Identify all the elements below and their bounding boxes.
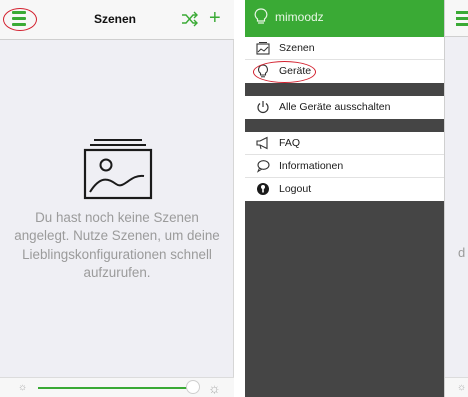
shuffle-icon[interactable] xyxy=(181,11,199,27)
logout-icon xyxy=(257,183,269,195)
menu-item-label: Informationen xyxy=(279,160,344,172)
sun-large-icon: ☼ xyxy=(208,380,221,396)
scenes-icon xyxy=(256,42,270,55)
drawer-group-power: Alle Geräte ausschalten xyxy=(245,96,444,119)
menu-icon xyxy=(456,11,468,29)
menu-item-label: Logout xyxy=(279,183,312,195)
power-icon xyxy=(257,101,269,114)
sun-small-icon: ☼ xyxy=(18,382,28,393)
drawer-group-info: FAQ Informationen Logout xyxy=(245,132,444,201)
empty-state-message: Du hast noch keine Szenen angelegt. Nutz… xyxy=(14,210,220,281)
menu-item-faq[interactable]: FAQ xyxy=(245,132,444,155)
menu-screen: mimoodz Szenen Geräte Alle Geräte aussch… xyxy=(245,0,468,397)
menu-item-alle-geraete-ausschalten[interactable]: Alle Geräte ausschalten xyxy=(245,96,444,119)
chat-bubble-icon xyxy=(256,160,270,173)
divider xyxy=(245,86,444,96)
brand-name: mimoodz xyxy=(275,10,324,24)
sun-small-icon: ☼ xyxy=(457,382,467,393)
menu-item-szenen[interactable]: Szenen xyxy=(245,37,444,60)
scenes-screen: Szenen + Du hast noch keine Szenen angel… xyxy=(0,0,234,397)
page-title: Szenen xyxy=(93,12,136,26)
photo-placeholder-icon xyxy=(83,139,153,200)
menu-item-label: Szenen xyxy=(279,42,315,54)
geraete-highlight-circle xyxy=(253,61,316,83)
menu-item-label: FAQ xyxy=(279,137,301,149)
menu-item-informationen[interactable]: Informationen xyxy=(245,155,444,178)
top-bar: Szenen + xyxy=(0,0,234,40)
menu-item-geraete[interactable]: Geräte xyxy=(245,60,444,83)
peek-text: d xyxy=(458,245,466,260)
divider xyxy=(245,120,444,132)
menu-item-label: Alle Geräte ausschalten xyxy=(279,101,391,113)
underlying-screen-peek[interactable]: d ☼ xyxy=(444,0,468,397)
megaphone-icon xyxy=(256,136,268,150)
brightness-bar: ☼ ☼ xyxy=(0,377,234,397)
menu-highlight-circle xyxy=(3,8,37,31)
slider-handle[interactable] xyxy=(186,380,200,394)
brightness-slider[interactable] xyxy=(38,387,188,389)
drawer-header: mimoodz xyxy=(245,0,444,37)
menu-item-logout[interactable]: Logout xyxy=(245,178,444,201)
drawer-group-main: Szenen Geräte xyxy=(245,37,444,83)
bulb-logo-icon xyxy=(254,8,268,24)
add-scene-icon[interactable]: + xyxy=(209,6,221,30)
